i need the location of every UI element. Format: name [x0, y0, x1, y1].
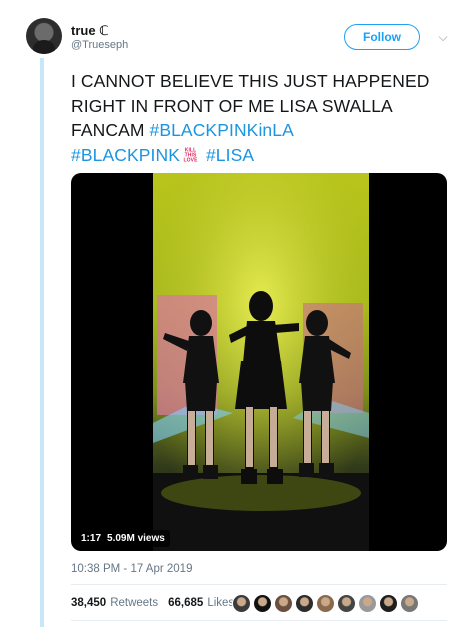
author-handle[interactable]: @Trueseph [71, 39, 128, 51]
divider-top [71, 584, 447, 585]
tweet-text: I CANNOT BELIEVE THIS JUST HAPPENED RIGH… [71, 69, 461, 167]
retweets-count[interactable]: 38,450 [71, 597, 106, 609]
video-stats-badge: 1:17 5.09M views [76, 530, 170, 547]
liker-avatar[interactable] [358, 593, 377, 613]
svg-text:LOVE: LOVE [183, 158, 198, 164]
likes-label[interactable]: Likes [207, 597, 234, 609]
liker-avatar[interactable] [316, 593, 335, 613]
liker-avatar[interactable] [253, 593, 272, 613]
video-thumbnail [153, 173, 369, 551]
hashtag-lisa[interactable]: #LISA [206, 145, 254, 165]
video-views: 5.09M views [107, 533, 165, 544]
liker-avatar[interactable] [379, 593, 398, 613]
kill-this-love-emoji-icon: KILL THIS LOVE [181, 145, 199, 164]
chevron-down-icon[interactable]: ⌵ [436, 30, 450, 44]
video-duration: 1:17 [81, 533, 102, 544]
video-player[interactable]: 1:17 5.09M views [71, 173, 447, 551]
avatar[interactable] [26, 18, 62, 54]
hashtag-blackpink[interactable]: #BLACKPINK [71, 145, 180, 165]
engagement-stats: 38,450 Retweets 66,685 Likes [71, 592, 234, 614]
tweet-timestamp[interactable]: 10:38 PM - 17 Apr 2019 [71, 563, 192, 575]
liker-avatar[interactable] [337, 593, 356, 613]
liker-avatars [232, 592, 421, 614]
liker-avatar[interactable] [295, 593, 314, 613]
divider-bottom [71, 620, 447, 621]
liker-avatar[interactable] [274, 593, 293, 613]
likes-count[interactable]: 66,685 [168, 597, 203, 609]
hashtag-blackpinkinla[interactable]: #BLACKPINKinLA [149, 120, 293, 140]
tweet-header: true ℂ @Trueseph Follow ⌵ [26, 18, 456, 58]
retweets-label[interactable]: Retweets [110, 597, 158, 609]
follow-button[interactable]: Follow [344, 24, 420, 50]
liker-avatar[interactable] [232, 593, 251, 613]
author-name[interactable]: true ℂ [71, 23, 109, 39]
thread-line [40, 58, 44, 627]
liker-avatar[interactable] [400, 593, 419, 613]
